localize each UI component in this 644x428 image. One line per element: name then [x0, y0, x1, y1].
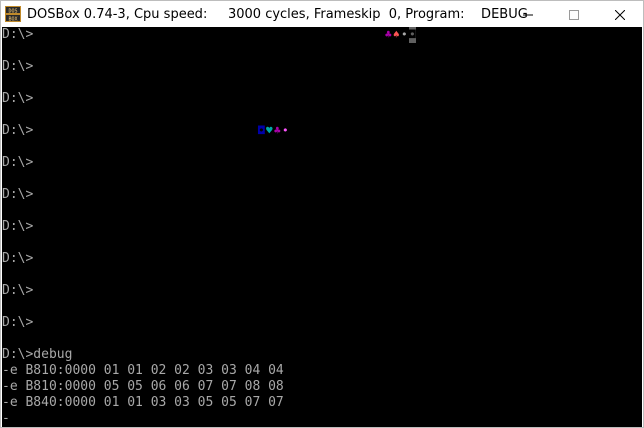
- terminal-line: D:\>debug: [2, 347, 73, 362]
- svg-text:DOS: DOS: [8, 8, 17, 14]
- terminal-line: D:\>: [2, 91, 34, 106]
- terminal-line: D:\>: [2, 27, 34, 42]
- terminal-line: D:\>: [2, 187, 34, 202]
- screen-glyph: •: [282, 124, 289, 137]
- screen-glyph: ♥: [266, 124, 273, 137]
- terminal-line: D:\>: [2, 59, 34, 74]
- title-bar[interactable]: DOS BOX DOSBox 0.74-3, Cpu speed: 3000 c…: [1, 1, 643, 27]
- screen-glyph: ◘: [258, 124, 265, 137]
- screen-glyph: ♣: [385, 28, 392, 41]
- minimize-icon: [523, 5, 533, 24]
- screen-glyph: ♠: [393, 28, 400, 41]
- terminal-line: D:\>: [2, 251, 34, 266]
- svg-text:BOX: BOX: [8, 16, 17, 22]
- terminal-line: D:\>: [2, 283, 34, 298]
- window-title: DOSBox 0.74-3, Cpu speed: 3000 cycles, F…: [27, 6, 528, 22]
- screen-glyph: •: [401, 28, 408, 41]
- close-button[interactable]: [597, 1, 643, 27]
- terminal-line: D:\>: [2, 315, 34, 330]
- terminal-line: -: [2, 411, 10, 426]
- terminal-line: -e B810:0000 05 05 06 06 07 07 08 08: [2, 379, 284, 394]
- terminal-line: D:\>: [2, 123, 34, 138]
- screen-glyph: ♣: [274, 124, 281, 137]
- screen-glyph: ◘: [409, 27, 416, 43]
- terminal-line: D:\>: [2, 155, 34, 170]
- close-icon: [614, 5, 626, 24]
- dos-terminal[interactable]: D:\> D:\> D:\> D:\> D:\> D:\> D:\> D:\> D:\> D:\>…: [2, 27, 642, 427]
- terminal-line: D:\>: [2, 219, 34, 234]
- terminal-line: -e B810:0000 01 01 02 02 03 03 04 04: [2, 363, 284, 378]
- dosbox-icon[interactable]: DOS BOX: [5, 6, 21, 22]
- window-controls: [505, 1, 643, 27]
- terminal-line: -e B840:0000 01 01 03 03 05 05 07 07: [2, 395, 284, 410]
- dosbox-window: DOS BOX DOSBox 0.74-3, Cpu speed: 3000 c…: [0, 0, 644, 428]
- minimize-button[interactable]: [505, 1, 551, 27]
- maximize-button[interactable]: [551, 1, 597, 27]
- maximize-icon: [569, 5, 579, 24]
